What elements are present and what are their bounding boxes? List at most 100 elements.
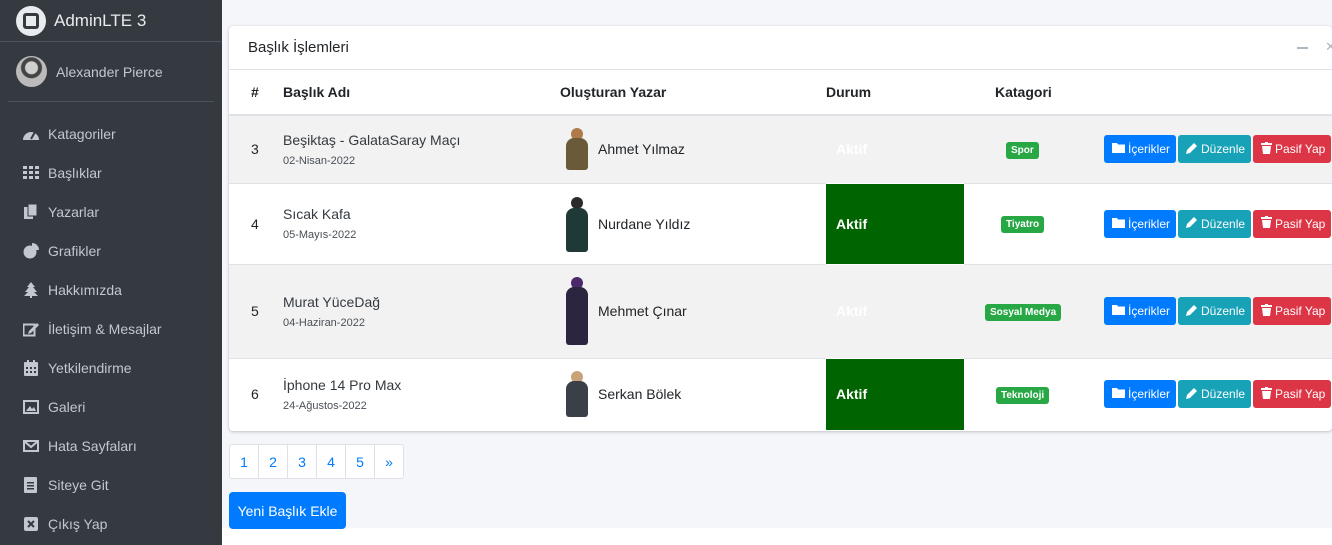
table-row: 5 Murat YüceDağ 04-Haziran-2022 Mehmet Çı… — [229, 263, 1332, 358]
col-header-author: Oluşturan Yazar — [560, 70, 826, 116]
pie-chart-icon — [21, 242, 40, 259]
sidebar-item-grafikler[interactable]: Grafikler — [0, 231, 222, 270]
page-link-5[interactable]: 5 — [345, 444, 375, 479]
brand-logo — [16, 5, 46, 36]
pencil-icon — [1186, 387, 1198, 402]
col-header-actions — [1104, 70, 1332, 116]
sidebar-item-label: Galeri — [48, 398, 86, 415]
table-row: 6 İphone 14 Pro Max 24-Ağustos-2022 Serka… — [229, 357, 1332, 430]
calendar-icon — [21, 359, 40, 376]
sidebar-item-label: Hakkımızda — [48, 281, 122, 298]
folder-icon — [1112, 142, 1125, 156]
pencil-icon — [1186, 142, 1198, 157]
pagination: 1 2 3 4 5 » — [229, 444, 404, 479]
col-header-status: Durum — [826, 70, 964, 116]
sidebar-item-iletisim[interactable]: İletişim & Mesajlar — [0, 309, 222, 348]
row-actions: İçerikler Düzenle Pasif Yap — [1104, 182, 1332, 264]
card-header: Başlık İşlemleri ✕ — [229, 26, 1332, 70]
status-cell: Aktif — [826, 182, 964, 264]
sidebar-item-label: Hata Sayfaları — [48, 437, 137, 454]
user-panel[interactable]: Alexander Pierce — [8, 42, 214, 102]
sidebar-item-label: Çıkış Yap — [48, 515, 108, 532]
edit-button[interactable]: Düzenle — [1178, 209, 1252, 238]
author-avatar — [560, 369, 594, 419]
row-date: 04-Haziran-2022 — [283, 316, 365, 329]
envelope-icon — [21, 438, 40, 454]
sidebar-item-cikis-yap[interactable]: Çıkış Yap — [0, 504, 222, 543]
add-title-button[interactable]: Yeni Başlık Ekle — [229, 492, 346, 529]
content-wrapper: Başlık İşlemleri ✕ # Başlık Adı Oluştura… — [222, 0, 1332, 545]
brand-text: AdminLTE 3 — [54, 10, 147, 30]
sidebar-item-siteye-git[interactable]: Siteye Git — [0, 465, 222, 504]
row-id: 4 — [229, 182, 283, 264]
sidebar-item-label: Yetkilendirme — [48, 359, 132, 376]
edit-button[interactable]: Düzenle — [1178, 297, 1252, 325]
row-id: 6 — [229, 357, 283, 430]
contents-button[interactable]: İçerikler — [1104, 209, 1177, 238]
sidebar-item-galeri[interactable]: Galeri — [0, 387, 222, 426]
author-cell: Ahmet Yılmaz — [560, 126, 826, 172]
row-actions: İçerikler Düzenle Pasif Yap — [1104, 263, 1332, 358]
page-link-4[interactable]: 4 — [316, 444, 346, 479]
sidebar-item-yazarlar[interactable]: Yazarlar — [0, 192, 222, 231]
brand-link[interactable]: AdminLTE 3 — [0, 0, 222, 42]
sidebar-item-basliklar[interactable]: Başlıklar — [0, 153, 222, 192]
close-square-icon — [21, 516, 40, 532]
row-id: 3 — [229, 114, 283, 183]
page-link-2[interactable]: 2 — [258, 444, 288, 479]
deactivate-button[interactable]: Pasif Yap — [1253, 209, 1332, 238]
deactivate-button-label: Pasif Yap — [1275, 142, 1326, 157]
table-row: 3 Beşiktaş - GalataSaray Maçı 02-Nisan-20… — [229, 114, 1332, 183]
deactivate-button-label: Pasif Yap — [1275, 387, 1326, 402]
pencil-icon — [1186, 304, 1198, 319]
category-badge: Spor — [1006, 141, 1039, 159]
edit-button-label: Düzenle — [1201, 216, 1246, 231]
author-avatar — [560, 126, 594, 172]
collapse-icon[interactable] — [1297, 47, 1308, 49]
edit-button[interactable]: Düzenle — [1178, 135, 1252, 164]
contents-button-label: İçerikler — [1128, 142, 1171, 157]
contents-button[interactable]: İçerikler — [1104, 380, 1177, 409]
page-link-next[interactable]: » — [374, 444, 404, 479]
col-header-title: Başlık Adı — [283, 70, 560, 116]
row-date: 05-Mayıs-2022 — [283, 229, 357, 241]
trash-icon — [1261, 386, 1273, 402]
trash-icon — [1261, 216, 1273, 231]
page-link-3[interactable]: 3 — [287, 444, 317, 479]
row-title: Beşiktaş - GalataSaray Maçı — [283, 131, 461, 148]
deactivate-button[interactable]: Pasif Yap — [1253, 135, 1332, 164]
sidebar-item-label: Yazarlar — [48, 203, 100, 220]
row-date: 02-Nisan-2022 — [283, 154, 356, 167]
table-header-row: # Başlık Adı Oluşturan Yazar Durum Katag… — [229, 70, 1332, 116]
row-title: Sıcak Kafa — [283, 206, 351, 222]
author-name: Mehmet Çınar — [598, 303, 687, 319]
close-icon[interactable]: ✕ — [1325, 39, 1332, 55]
edit-button[interactable]: Düzenle — [1178, 380, 1252, 409]
sidebar-item-label: Katagoriler — [48, 125, 116, 142]
edit-button-label: Düzenle — [1201, 387, 1246, 402]
category-badge: Teknoloji — [996, 386, 1050, 404]
deactivate-button[interactable]: Pasif Yap — [1253, 380, 1332, 409]
content-footer-strip — [222, 528, 1332, 545]
contents-button[interactable]: İçerikler — [1104, 297, 1177, 325]
deactivate-button[interactable]: Pasif Yap — [1253, 297, 1332, 325]
sidebar-item-label: Başlıklar — [48, 164, 102, 181]
folder-icon — [1112, 304, 1125, 318]
copy-icon — [21, 203, 40, 220]
sidebar-item-hata-sayfalari[interactable]: Hata Sayfaları — [0, 426, 222, 465]
page-link-1[interactable]: 1 — [229, 444, 259, 479]
status-cell: Aktif — [826, 114, 964, 183]
category-badge: Sosyal Medya — [985, 303, 1062, 321]
contents-button[interactable]: İçerikler — [1104, 135, 1177, 164]
status-cell: Aktif — [826, 263, 964, 358]
author-cell: Mehmet Çınar — [560, 275, 826, 347]
user-name[interactable]: Alexander Pierce — [56, 64, 163, 80]
titles-table: # Başlık Adı Oluşturan Yazar Durum Katag… — [229, 70, 1332, 430]
trash-icon — [1261, 141, 1273, 157]
category-badge: Tiyatro — [1001, 216, 1045, 233]
row-date: 24-Ağustos-2022 — [283, 399, 367, 412]
sidebar-item-katagoriler[interactable]: Katagoriler — [0, 114, 222, 153]
row-actions: İçerikler Düzenle Pasif Yap — [1104, 357, 1332, 430]
sidebar-item-hakkimizda[interactable]: Hakkımızda — [0, 270, 222, 309]
sidebar-item-yetkilendirme[interactable]: Yetkilendirme — [0, 348, 222, 387]
